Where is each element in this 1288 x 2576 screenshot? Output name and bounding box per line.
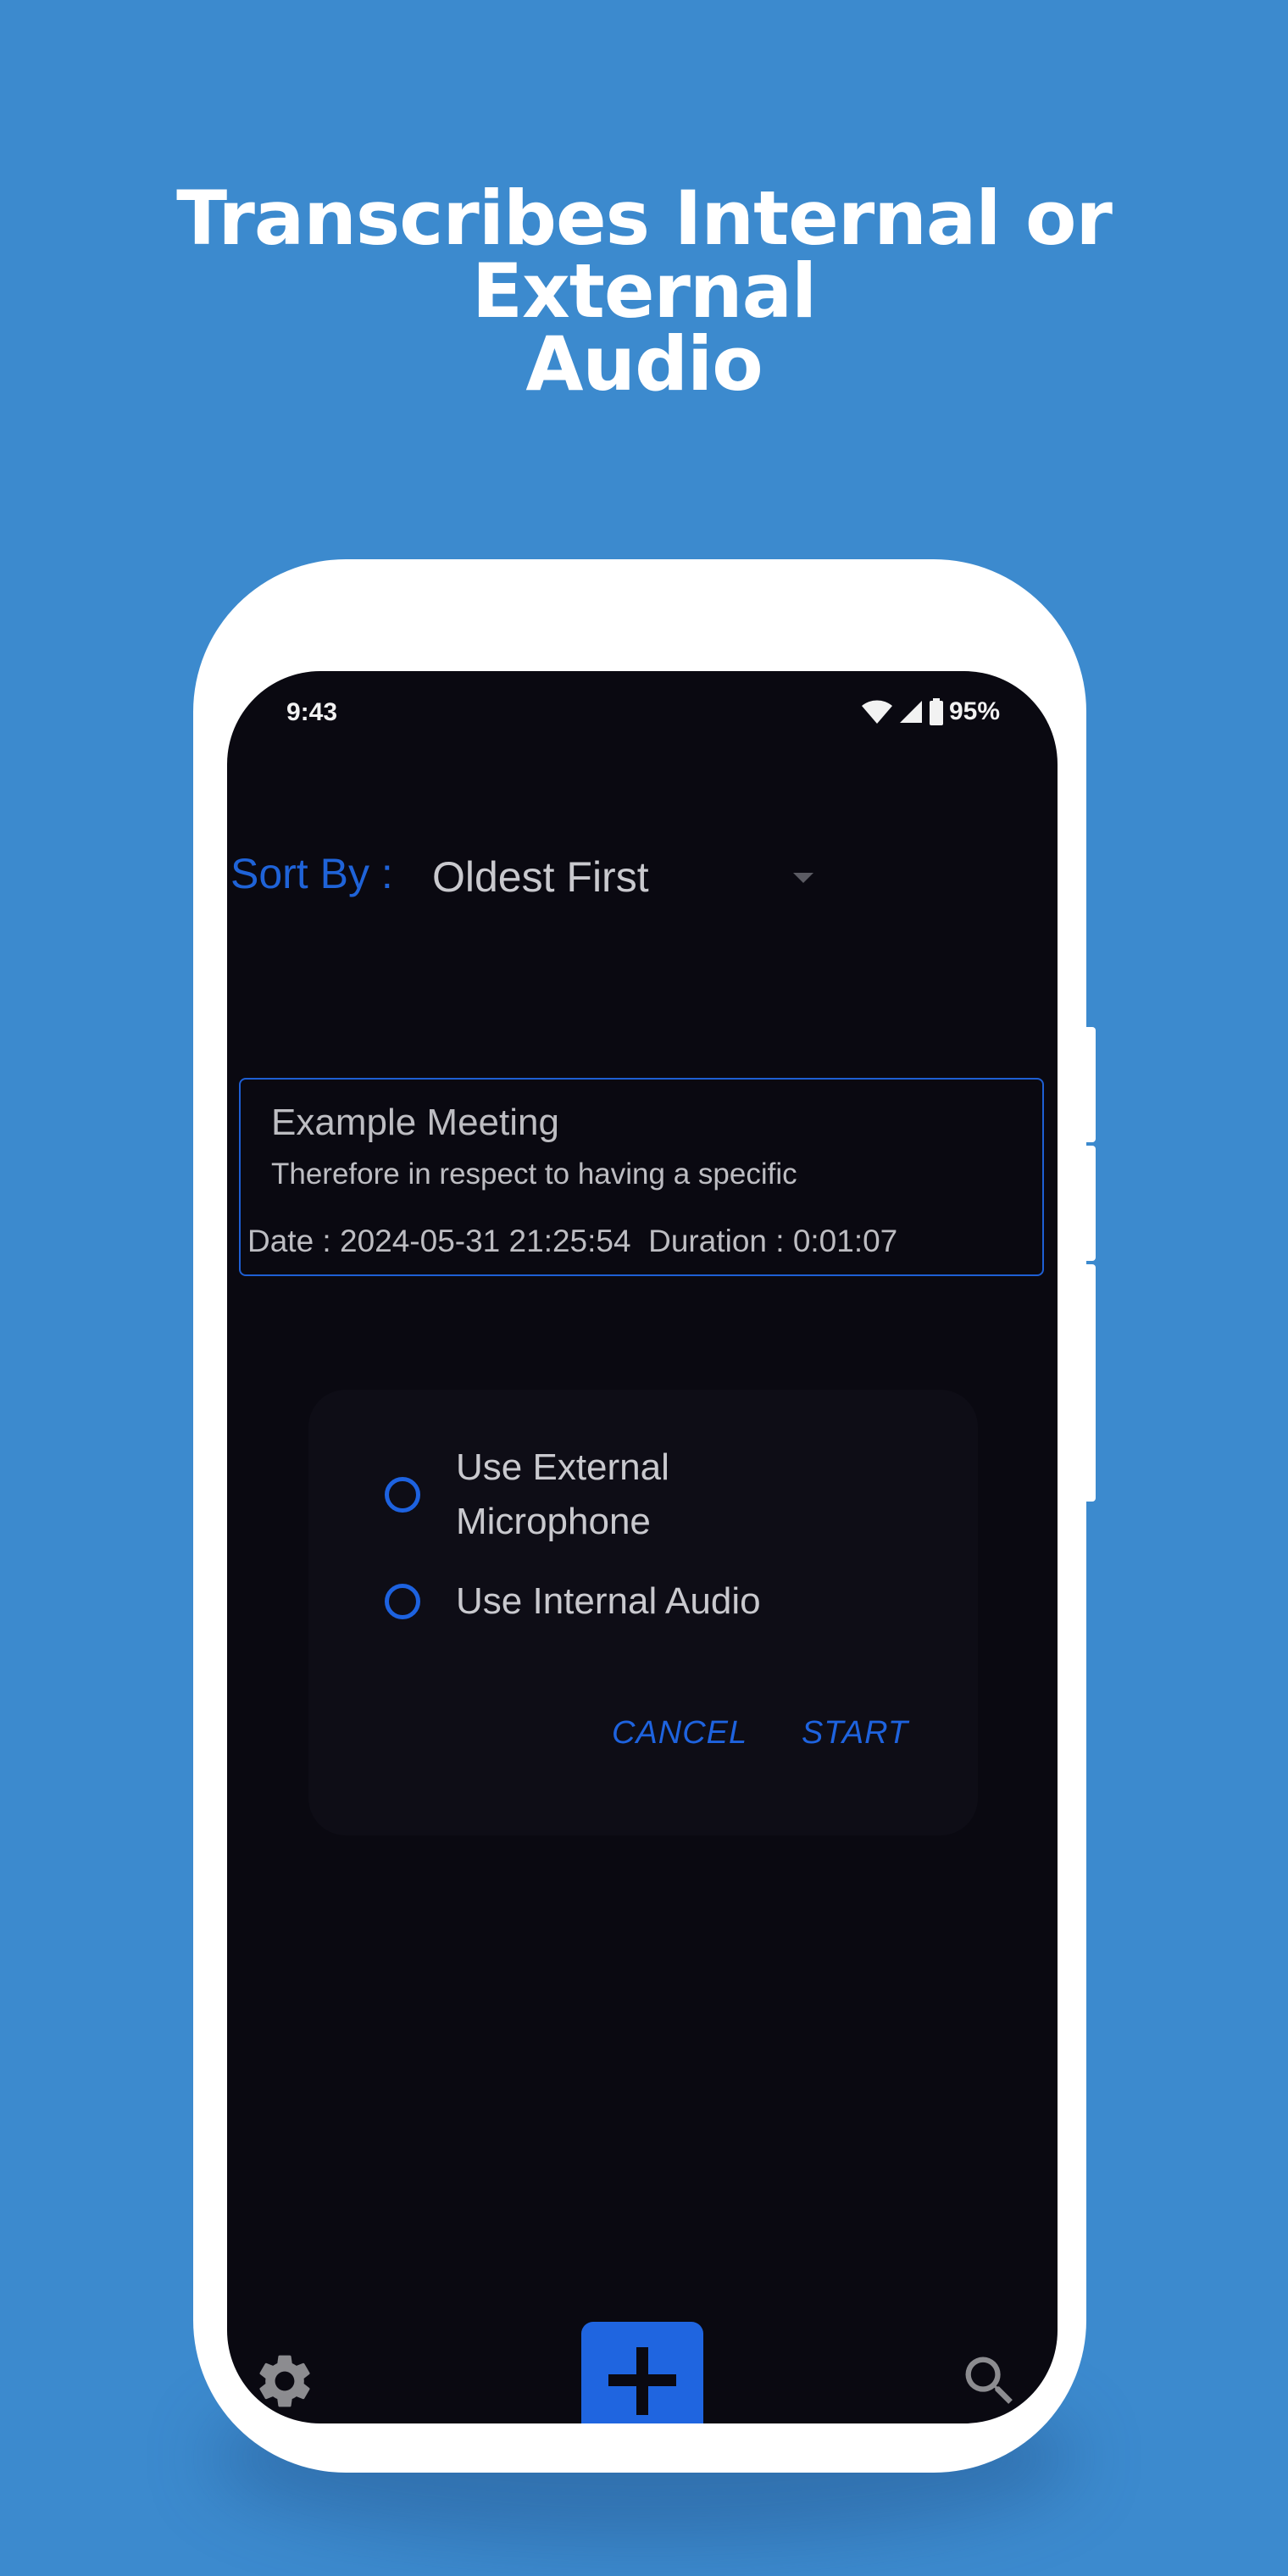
battery-icon bbox=[929, 698, 943, 725]
promo-headline-line2: Audio bbox=[525, 320, 763, 408]
radio-button[interactable] bbox=[385, 1477, 420, 1513]
phone-side-button bbox=[1086, 1146, 1096, 1261]
gear-icon bbox=[259, 2355, 310, 2407]
phone-side-button bbox=[1086, 1264, 1096, 1502]
sort-selected-value: Oldest First bbox=[432, 853, 649, 901]
sort-label: Sort By : bbox=[230, 850, 393, 897]
promo-headline: Transcribes Internal or External Audio bbox=[0, 175, 1288, 408]
promo-headline-line1: Transcribes Internal or External bbox=[176, 175, 1113, 335]
settings-button[interactable] bbox=[253, 2349, 317, 2413]
sort-row: Sort By : Oldest First bbox=[230, 849, 824, 917]
status-time: 9:43 bbox=[286, 698, 338, 726]
recording-title: Example Meeting bbox=[271, 1102, 559, 1143]
recording-snippet: Therefore in respect to having a specifi… bbox=[271, 1158, 797, 1191]
phone-side-button bbox=[1086, 1027, 1096, 1142]
start-button[interactable]: START bbox=[802, 1715, 908, 1752]
battery-percent: 95% bbox=[948, 697, 1000, 725]
radio-button[interactable] bbox=[385, 1584, 420, 1619]
add-recording-button[interactable] bbox=[581, 2322, 703, 2423]
sort-dropdown[interactable]: Oldest First bbox=[427, 852, 834, 912]
cancel-button[interactable]: CANCEL bbox=[612, 1715, 747, 1752]
app-screen: 9:43 95% Sort By : Oldest First Example … bbox=[227, 671, 1058, 2423]
status-icons: 95% bbox=[861, 695, 1000, 729]
dropdown-caret-icon bbox=[793, 873, 813, 883]
option-label: Use External Microphone bbox=[456, 1446, 669, 1542]
wifi-icon bbox=[861, 700, 892, 724]
recording-meta: Date : 2024-05-31 21:25:54 Duration : 0:… bbox=[247, 1224, 898, 1258]
search-button[interactable] bbox=[958, 2349, 1022, 2413]
option-internal-audio[interactable]: Use Internal Audio bbox=[385, 1574, 893, 1629]
search-icon bbox=[965, 2357, 1013, 2404]
recording-card[interactable]: Example Meeting Therefore in respect to … bbox=[239, 1078, 1044, 1276]
signal-icon bbox=[899, 701, 922, 723]
option-external-microphone[interactable]: Use External Microphone bbox=[385, 1441, 893, 1551]
audio-source-dialog: Use External Microphone Use Internal Aud… bbox=[308, 1390, 978, 1835]
option-label: Use Internal Audio bbox=[456, 1580, 761, 1622]
